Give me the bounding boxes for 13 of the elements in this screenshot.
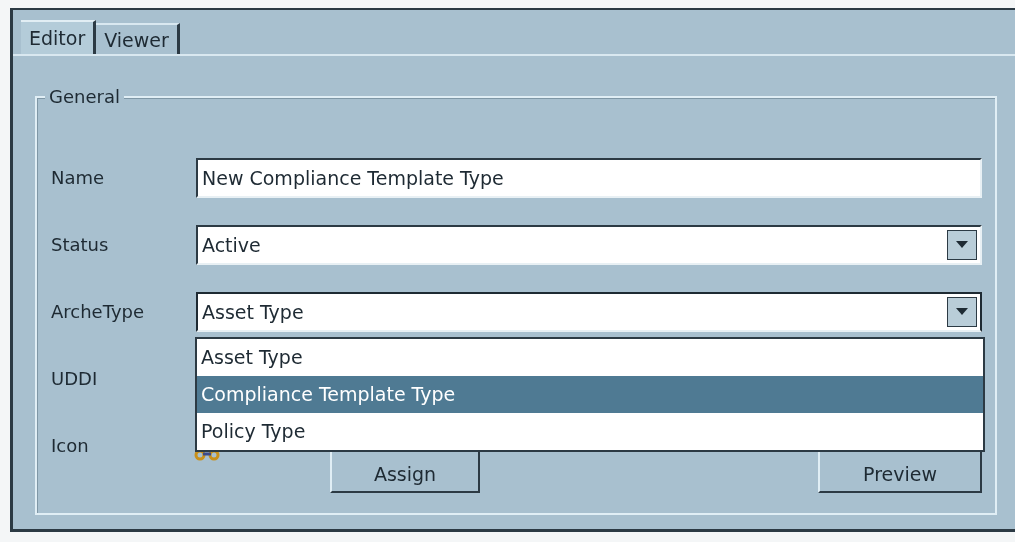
dropdown-field[interactable]: Active [196, 224, 982, 265]
tab[interactable]: Viewer [96, 23, 180, 54]
tab[interactable]: Editor [21, 20, 97, 54]
field-label: Name [51, 167, 106, 188]
dropdown-option[interactable]: Asset Type [197, 338, 983, 376]
dropdown-option[interactable]: Compliance Template Type [197, 375, 983, 413]
dropdown-caret-icon[interactable] [947, 296, 977, 327]
field-label: UDDI [51, 368, 99, 389]
field-label: Status [51, 234, 110, 255]
field-label: Icon [51, 435, 90, 456]
name-field[interactable]: New Compliance Template Type [196, 157, 982, 198]
dropdown-caret-icon[interactable] [947, 229, 977, 260]
field-label: ArcheType [51, 301, 146, 322]
